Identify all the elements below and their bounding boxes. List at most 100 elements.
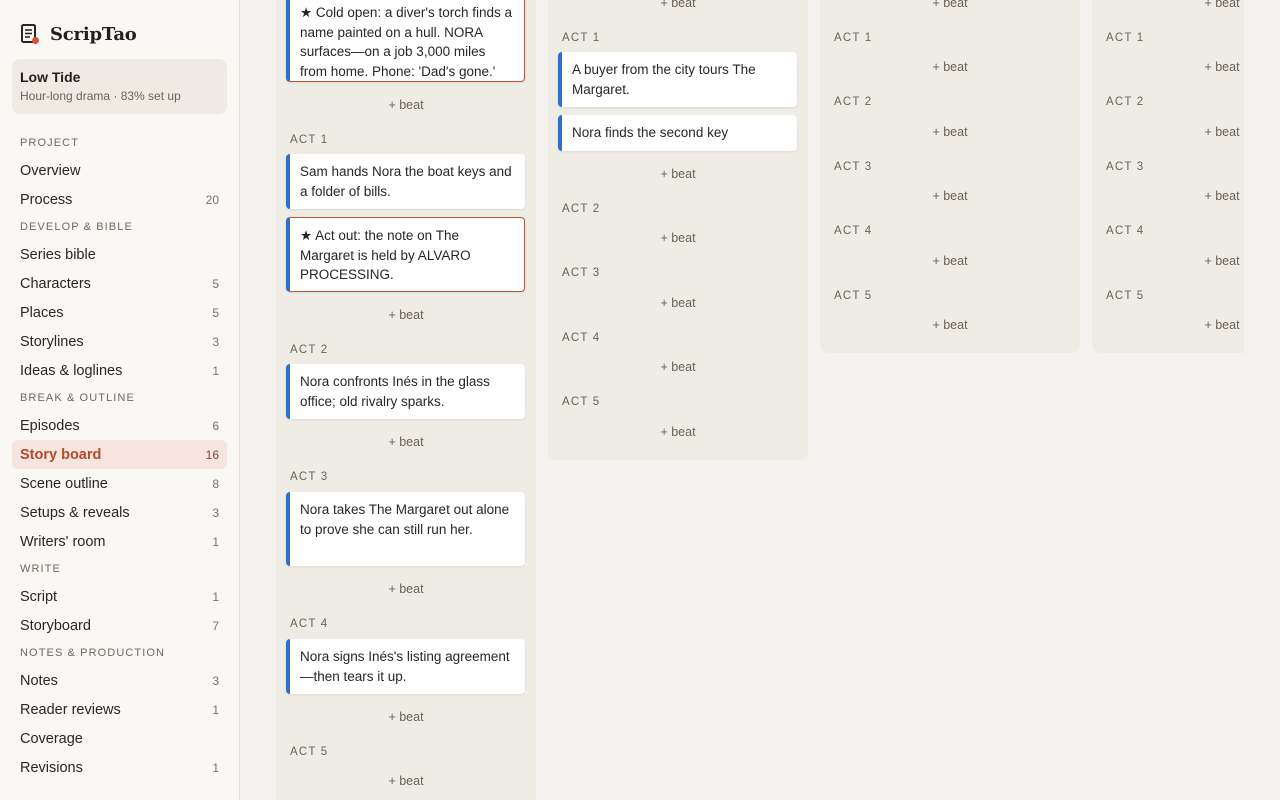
sidebar-item-storylines[interactable]: Storylines 3 [12,327,227,356]
sidebar-item-label: Series bible [20,246,96,263]
episode-column: + beat ACT 1 + beat ACT 2 + beat ACT 3 +… [820,0,1080,353]
sidebar-item-revisions[interactable]: Revisions 1 [12,753,227,782]
add-beat-button[interactable]: + beat [276,710,536,724]
beat-card[interactable]: ★ Cold open: a diver's torch finds a nam… [286,0,525,82]
sidebar-item-script[interactable]: Script 1 [12,582,227,611]
sidebar-item-label: Episodes [20,417,80,434]
add-beat-button[interactable]: + beat [276,98,536,112]
add-beat-button[interactable]: + beat [548,425,808,439]
act-label: ACT 1 [834,32,873,44]
sidebar-item-count: 3 [212,505,219,520]
sidebar-item-count: 5 [212,305,219,320]
episode-column: ★ Cold open: a diver's torch finds a nam… [276,0,536,800]
sidebar-item-count: 5 [212,276,219,291]
add-beat-button[interactable]: + beat [548,167,808,181]
beat-card[interactable]: Nora finds the second key [558,115,797,151]
add-beat-button[interactable]: + beat [1092,60,1244,74]
sidebar-item-notes[interactable]: Notes 3 [12,666,227,695]
beat-card[interactable]: A buyer from the city tours The Margaret… [558,52,797,107]
project-card[interactable]: Low Tide Hour-long drama · 83% set up [12,59,227,114]
add-beat-button[interactable]: + beat [548,0,808,10]
sidebar-item-label: Notes [20,672,58,689]
sidebar-item-label: Writers' room [20,533,106,550]
sidebar-item-label: Revisions [20,759,83,776]
sidebar-item-label: Storylines [20,333,84,350]
sidebar: ScripTao Low Tide Hour-long drama · 83% … [0,0,240,800]
add-beat-button[interactable]: + beat [1092,189,1244,203]
sidebar-item-count: 20 [205,192,219,207]
project-subtitle: Hour-long drama · 83% set up [20,89,181,103]
act-label: ACT 5 [290,746,329,758]
beat-card[interactable]: Sam hands Nora the boat keys and a folde… [286,154,525,209]
script-logo-icon [20,23,40,45]
nav-section-title: NOTES & PRODUCTION [20,647,166,659]
sidebar-item-episodes[interactable]: Episodes 6 [12,411,227,440]
add-beat-button[interactable]: + beat [820,0,1080,10]
sidebar-item-count: 1 [212,760,219,775]
sidebar-item-count: 3 [212,673,219,688]
act-label: ACT 2 [1106,96,1145,108]
act-label: ACT 3 [834,161,873,173]
sidebar-item-label: Scene outline [20,475,108,492]
beat-card[interactable]: ★ Act out: the note on The Margaret is h… [286,217,525,292]
act-label: ACT 4 [290,618,329,630]
sidebar-item-count: 16 [205,447,219,462]
add-beat-button[interactable]: + beat [1092,318,1244,332]
add-beat-button[interactable]: + beat [276,774,536,788]
sidebar-item-coverage[interactable]: Coverage [12,724,227,753]
act-label: ACT 2 [834,96,873,108]
sidebar-item-count: 1 [212,702,219,717]
add-beat-button[interactable]: + beat [548,360,808,374]
nav-section-title: WRITE [20,563,61,575]
add-beat-button[interactable]: + beat [820,125,1080,139]
sidebar-item-story-board[interactable]: Story board 16 [12,440,227,469]
sidebar-item-overview[interactable]: Overview [12,156,227,185]
sidebar-item-count: 7 [212,618,219,633]
nav-section-title: BREAK & OUTLINE [20,392,135,404]
beat-card[interactable]: Nora confronts Inés in the glass office;… [286,364,525,419]
add-beat-button[interactable]: + beat [820,60,1080,74]
add-beat-button[interactable]: + beat [820,318,1080,332]
sidebar-item-label: Storyboard [20,617,91,634]
add-beat-button[interactable]: + beat [820,254,1080,268]
sidebar-item-count: 1 [212,363,219,378]
add-beat-button[interactable]: + beat [548,231,808,245]
story-board: ★ Cold open: a diver's torch finds a nam… [240,0,1280,800]
add-beat-button[interactable]: + beat [276,582,536,596]
add-beat-button[interactable]: + beat [276,308,536,322]
sidebar-item-label: Setups & reveals [20,504,130,521]
sidebar-item-places[interactable]: Places 5 [12,298,227,327]
episode-column: + beat ACT 1 + beat ACT 2 + beat ACT 3 +… [1092,0,1244,353]
add-beat-button[interactable]: + beat [1092,125,1244,139]
act-label: ACT 3 [562,267,601,279]
add-beat-button[interactable]: + beat [820,189,1080,203]
add-beat-button[interactable]: + beat [1092,254,1244,268]
act-label: ACT 4 [562,332,601,344]
beat-card[interactable]: Nora signs Inés's listing agreement—then… [286,639,525,694]
add-beat-button[interactable]: + beat [1092,0,1244,10]
sidebar-item-count: 6 [212,418,219,433]
act-label: ACT 4 [1106,225,1145,237]
sidebar-item-series-bible[interactable]: Series bible [12,240,227,269]
sidebar-item-count: 1 [212,589,219,604]
sidebar-item-scene-outline[interactable]: Scene outline 8 [12,469,227,498]
sidebar-item-count: 3 [212,334,219,349]
act-label: ACT 1 [562,32,601,44]
sidebar-item-storyboard[interactable]: Storyboard 7 [12,611,227,640]
act-label: ACT 5 [1106,290,1145,302]
add-beat-button[interactable]: + beat [276,435,536,449]
sidebar-item-characters[interactable]: Characters 5 [12,269,227,298]
act-label: ACT 4 [834,225,873,237]
sidebar-item-ideas-loglines[interactable]: Ideas & loglines 1 [12,356,227,385]
sidebar-item-label: Script [20,588,58,605]
sidebar-nav: PROJECT Overview Process 20 DEVELOP & BI… [12,130,227,782]
sidebar-item-writers-room[interactable]: Writers' room 1 [12,527,227,556]
sidebar-item-setups-reveals[interactable]: Setups & reveals 3 [12,498,227,527]
beat-card[interactable]: Nora takes The Margaret out alone to pro… [286,492,525,566]
sidebar-item-process[interactable]: Process 20 [12,185,227,214]
sidebar-item-reader-reviews[interactable]: Reader reviews 1 [12,695,227,724]
brand[interactable]: ScripTao [20,22,137,46]
sidebar-item-label: Overview [20,162,81,179]
add-beat-button[interactable]: + beat [548,296,808,310]
act-label: ACT 5 [562,396,601,408]
